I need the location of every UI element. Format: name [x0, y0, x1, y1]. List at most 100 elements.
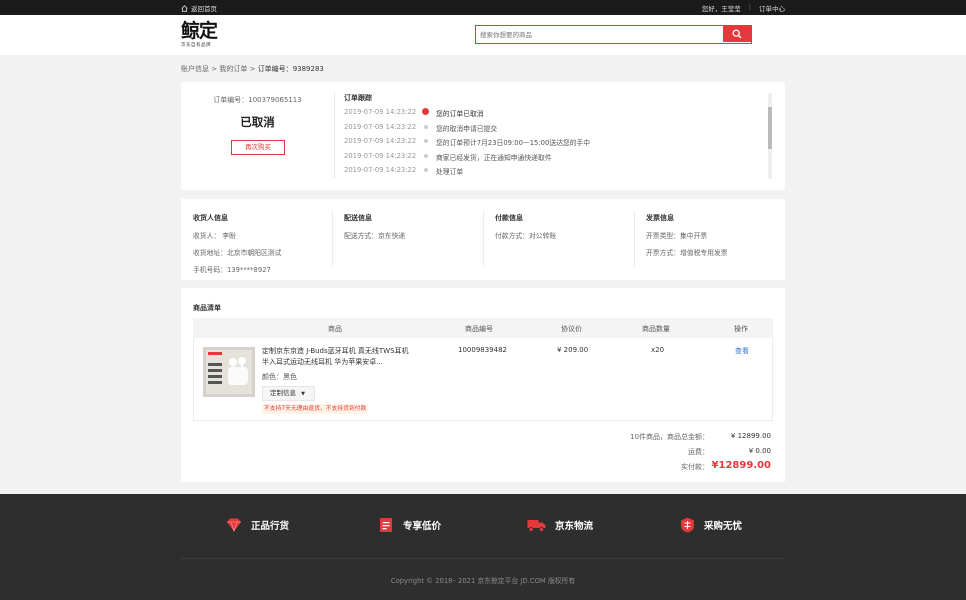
col-header-action: 操作 [734, 325, 748, 333]
tracking-text: 您的订单预计7月23日09:00—15:00送达您的手中 [436, 139, 591, 147]
tracking-item: 2019-07-09 14:23:22 您的订单预计7月23日09:00—15:… [344, 135, 764, 150]
copyright: Copyright © 2018– 2021 京东鲸定平台 JD.COM 版权所… [390, 577, 576, 585]
breadcrumb: 账户信息 > 我的订单 > 订单编号：9389283 [181, 64, 324, 74]
product-sku: 10009839482 [458, 346, 507, 354]
product-color: 颜色：黑色 [262, 373, 297, 381]
search-input[interactable] [480, 29, 720, 40]
payment-method: 付款方式：对公转账 [495, 232, 557, 240]
freight-row: 运费： ¥ 0.00 [571, 445, 771, 460]
price-tag-icon [378, 517, 394, 533]
feature-label: 专享低价 [403, 521, 442, 532]
goods-title: 商品清单 [193, 304, 221, 312]
home-icon [181, 4, 188, 12]
tracking-text: 您的订单已取消 [436, 110, 484, 118]
payment-info: 付款信息 付款方式：对公转账 [495, 213, 635, 247]
table-row: 定制京东京造 J-Buds蓝牙耳机 真无线TWS耳机 半入耳式运动无线耳机 华为… [193, 338, 773, 421]
feature-worry-free: 采购无忧 [679, 517, 742, 533]
tracking-time: 2019-07-09 14:23:22 [344, 137, 417, 145]
divider [332, 211, 333, 267]
tracking-dot-active [422, 108, 429, 115]
col-header-price: 协议价 [561, 325, 582, 333]
tracking-item: 2019-07-09 14:23:22 商家已经发货，正在通知申通快递取件 [344, 150, 764, 165]
tracking-text: 商家已经发货，正在通知申通快递取件 [436, 153, 552, 162]
view-button[interactable]: 查看 [735, 346, 749, 356]
tracking-item: 2019-07-09 14:23:22 处理订单 [344, 164, 764, 179]
tracking-text: 处理订单 [436, 168, 464, 176]
feature-low-price: 专享低价 [378, 517, 441, 533]
receiver-info: 收货人信息 收货人： 李盼 收货地址：北京市朝阳区测试 手机号码：139****… [193, 213, 333, 281]
receiver-title: 收货人信息 [193, 214, 228, 222]
tracking-dot [424, 153, 428, 158]
product-price: ¥ 209.00 [557, 346, 589, 354]
order-status-card: 订单编号：100379065113 已取消 再次购买 订单跟踪 2019-07-… [181, 82, 785, 190]
invoice-type: 开票类型：集中开票 [646, 232, 708, 240]
feature-label: 采购无忧 [704, 521, 743, 532]
rebuy-button[interactable]: 再次购买 [231, 140, 285, 155]
col-header-sku: 商品编号 [465, 325, 493, 333]
delivery-method: 配送方式：京东快递 [344, 232, 406, 240]
search-icon [732, 29, 742, 39]
footer-divider [181, 558, 785, 559]
tracking-time: 2019-07-09 14:23:22 [344, 108, 417, 116]
tracking-dot [424, 139, 428, 143]
tracking-time: 2019-07-09 14:23:22 [344, 166, 417, 174]
paid-label: 实付款： [681, 463, 709, 471]
invoice-title: 发票信息 [646, 214, 674, 222]
shield-icon [679, 517, 695, 533]
earbuds-image [203, 347, 255, 397]
breadcrumb-sep: > [211, 65, 218, 73]
col-header-qty: 商品数量 [642, 325, 670, 333]
receiver-address: 收货地址：北京市朝阳区测试 [193, 249, 282, 257]
order-info-card: 收货人信息 收货人： 李盼 收货地址：北京市朝阳区测试 手机号码：139****… [181, 199, 785, 280]
product-name[interactable]: 定制京东京造 J-Buds蓝牙耳机 真无线TWS耳机 半入耳式运动无线耳机 华为… [262, 346, 410, 368]
freight-label: 运费： [688, 448, 709, 456]
search-button[interactable] [723, 26, 751, 42]
order-totals: 10件商品，商品总金额： ¥ 12899.00 运费： ¥ 0.00 实付款： … [571, 430, 771, 475]
breadcrumb-order-no: 9389283 [292, 65, 324, 73]
user-greeting: 您好，王莹莹 [701, 5, 741, 13]
home-link[interactable]: 返回首页 [181, 3, 217, 13]
order-status-text: 已取消 [240, 115, 275, 129]
caret-down-icon: ▼ [301, 391, 305, 397]
feature-label: 京东物流 [555, 521, 594, 532]
product-qty: x20 [651, 346, 665, 354]
divider [634, 211, 635, 267]
divider [483, 211, 484, 267]
return-policy-notice: 不支持7天无理由退货，不支持货到付款 [262, 404, 369, 414]
tracking-scrollbar[interactable] [768, 93, 772, 179]
divider [334, 92, 335, 178]
logo-subtitle: 京东自有品牌 [181, 43, 211, 48]
breadcrumb-my-orders[interactable]: 我的订单 [219, 65, 247, 73]
custom-info-dropdown[interactable]: 定制信息 ▼ [262, 386, 315, 401]
scrollbar-thumb[interactable] [768, 107, 772, 149]
logo[interactable]: 鲸定 京东自有品牌 [181, 22, 225, 50]
paid-row: 实付款： ¥12899.00 [571, 460, 771, 475]
breadcrumb-account[interactable]: 账户信息 [181, 65, 209, 73]
order-status-panel: 订单编号：100379065113 已取消 再次购买 [181, 82, 334, 190]
feature-genuine: 正品行货 [226, 517, 289, 533]
tracking-item: 2019-07-09 14:23:22 您的订单已取消 [344, 106, 764, 121]
receiver-phone: 手机号码：139****8927 [193, 266, 271, 274]
delivery-info: 配送信息 配送方式：京东快递 [344, 213, 484, 247]
product-image[interactable] [203, 347, 255, 397]
invoice-method: 开票方式：增值税专用发票 [646, 249, 728, 257]
goods-total-label: 10件商品，商品总金额： [630, 433, 709, 441]
tracking-time: 2019-07-09 14:23:22 [344, 151, 417, 160]
tracking-title: 订单跟踪 [344, 94, 372, 102]
breadcrumb-order-label: 订单编号： [257, 65, 293, 73]
header: 鲸定 京东自有品牌 [0, 15, 966, 55]
paid-value: ¥12899.00 [711, 460, 771, 471]
goods-card: 商品清单 商品 商品编号 协议价 商品数量 操作 定制京东京造 J-Buds蓝牙… [181, 288, 785, 482]
goods-total-row: 10件商品，商品总金额： ¥ 12899.00 [571, 430, 771, 445]
custom-info-label: 定制信息 [270, 389, 296, 397]
tracking-time: 2019-07-09 14:23:22 [344, 122, 417, 131]
invoice-info: 发票信息 开票类型：集中开票 开票方式：增值税专用发票 [646, 213, 786, 264]
order-center-link[interactable]: 订单中心 [759, 3, 785, 13]
diamond-icon [226, 517, 242, 533]
feature-logistics: 京东物流 [527, 517, 593, 533]
goods-table-header: 商品 商品编号 协议价 商品数量 操作 [193, 318, 773, 338]
tracking-text: 您的取消申请已提交 [436, 124, 498, 133]
logo-text: 鲸定 [181, 20, 218, 42]
col-header-product: 商品 [328, 325, 342, 333]
goods-total-value: ¥ 12899.00 [730, 432, 771, 440]
